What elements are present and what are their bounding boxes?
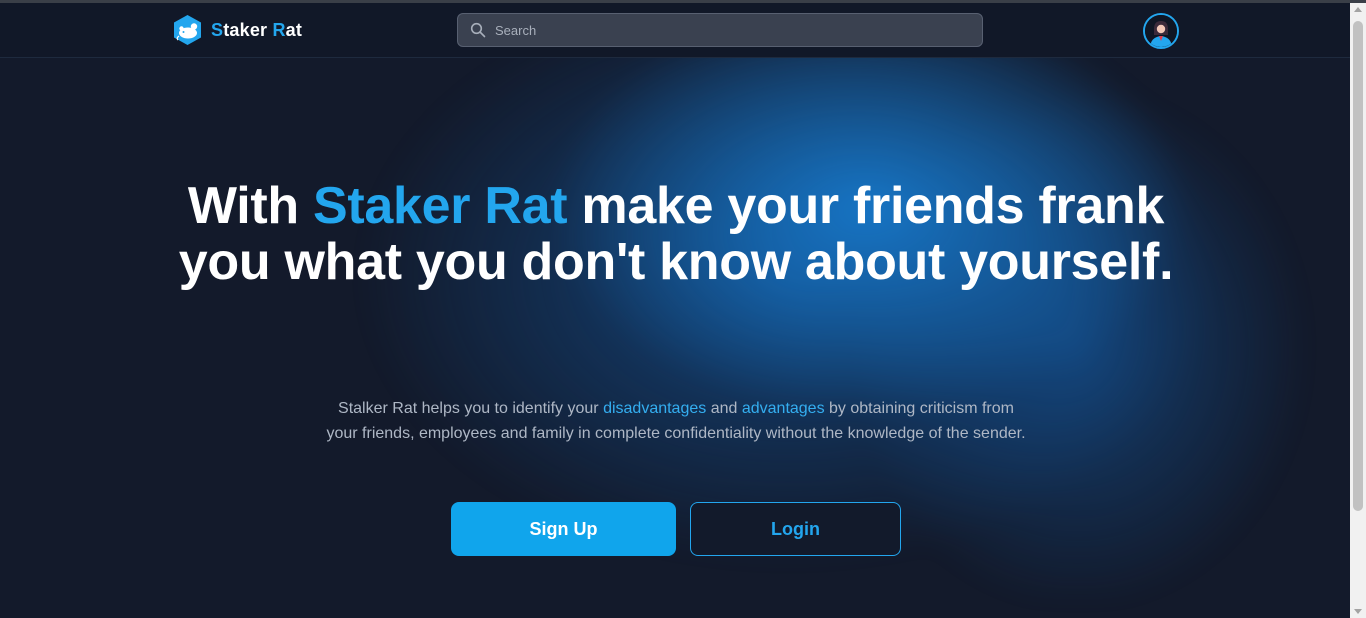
login-button[interactable]: Login xyxy=(690,502,901,556)
headline-intro: With xyxy=(187,177,314,235)
hero-headline: With Staker Rat make your friends frank … xyxy=(170,178,1182,290)
hero-description: Stalker Rat helps you to identify your d… xyxy=(325,396,1027,446)
description-highlight-disadvantages: disadvantages xyxy=(603,400,707,417)
description-part-2: and xyxy=(706,400,742,417)
hero-section: With Staker Rat make your friends frank … xyxy=(0,0,1350,618)
page-scrollbar[interactable] xyxy=(1350,3,1366,618)
description-part-1: Stalker Rat helps you to identify your xyxy=(338,400,604,417)
headline-brand: Staker Rat xyxy=(313,177,568,235)
signup-button[interactable]: Sign Up xyxy=(451,502,676,556)
scroll-down-arrow-icon[interactable] xyxy=(1354,609,1362,614)
description-highlight-advantages: advantages xyxy=(741,400,825,417)
scrollbar-thumb[interactable] xyxy=(1353,21,1363,511)
scroll-up-arrow-icon[interactable] xyxy=(1354,7,1362,12)
